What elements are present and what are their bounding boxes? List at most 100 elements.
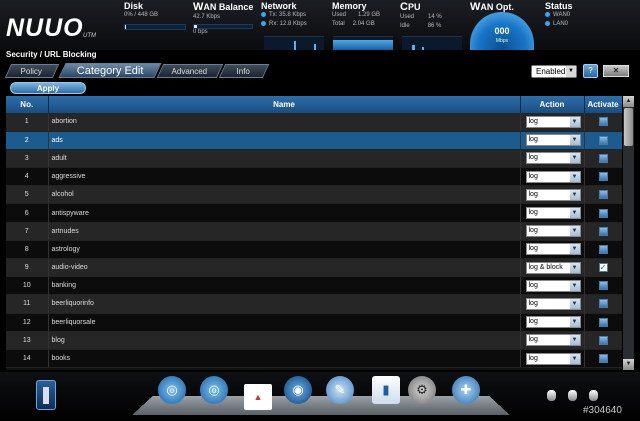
activate-checkbox[interactable] — [598, 281, 608, 291]
table-row[interactable]: 13 blog log ▼ — [6, 331, 622, 350]
tab-category-edit[interactable]: Category Edit — [58, 63, 162, 78]
table-row[interactable]: 6 antispyware log ▼ — [6, 203, 622, 223]
header-name[interactable]: Name — [48, 96, 521, 113]
cpu-panel: CPU Used 14 % Idle 86 % — [400, 1, 442, 31]
action-select[interactable]: log ▼ — [525, 115, 581, 128]
activate-checkbox[interactable] — [598, 299, 608, 309]
wan-balance-rate-2: 0 bps — [193, 29, 208, 35]
activate-checkbox[interactable] — [598, 153, 608, 163]
table-row[interactable]: 10 banking log ▼ — [6, 276, 622, 296]
network-config-icon[interactable]: ◎ — [158, 376, 186, 404]
table-row[interactable]: 4 aggressive log ▼ — [6, 167, 622, 187]
action-cell: log ▼ — [520, 113, 585, 132]
table-scrollbar[interactable]: ▲ ▼ — [622, 96, 634, 370]
action-value: log — [528, 227, 538, 235]
settings-gear-icon[interactable]: ⚙ — [408, 376, 436, 404]
action-value: log — [528, 136, 538, 144]
tools-icon[interactable]: ✎ — [326, 376, 354, 404]
action-select[interactable]: log ▼ — [525, 297, 581, 310]
header-action[interactable]: Action — [520, 96, 585, 113]
scroll-thumb[interactable] — [624, 108, 633, 146]
tab-label: Info — [236, 67, 251, 76]
activate-checkbox[interactable] — [598, 208, 608, 218]
table-row[interactable]: 8 astrology log ▼ — [6, 240, 622, 260]
wan-opt-value: 000 — [494, 26, 510, 36]
memory-used-label: Used — [332, 12, 347, 18]
activate-checkbox[interactable] — [598, 117, 608, 127]
action-select[interactable]: log ▼ — [525, 134, 581, 147]
close-button[interactable]: ✕ — [603, 65, 629, 77]
activate-checkbox[interactable] — [598, 190, 608, 200]
network-rx: Rx: 12.8 Kbps — [269, 21, 307, 27]
activate-checkbox[interactable] — [598, 135, 608, 145]
category-name: aggressive — [48, 167, 521, 187]
help-icon[interactable]: ? — [583, 64, 598, 78]
action-value: log — [528, 117, 538, 125]
status-panel: Status WAN0 LAN0 — [545, 1, 573, 29]
action-value: log — [528, 299, 538, 307]
action-select[interactable]: log ▼ — [525, 225, 581, 238]
indicator-icon-2 — [568, 390, 577, 401]
report-chart-icon[interactable]: ▮ — [372, 376, 400, 404]
chevron-down-icon: ▼ — [569, 208, 580, 219]
wan-balance-title-initial: W — [193, 1, 204, 13]
tab-policy[interactable]: Policy — [4, 64, 60, 78]
table-row[interactable]: 2 ads log ▼ — [6, 131, 622, 150]
action-select[interactable]: log ▼ — [525, 316, 581, 329]
tab-info[interactable]: Info — [218, 64, 270, 78]
action-select[interactable]: log ▼ — [525, 279, 581, 292]
category-name: books — [48, 349, 521, 369]
table-row[interactable]: 3 adult log ▼ — [6, 149, 622, 169]
activate-checkbox[interactable] — [598, 354, 608, 364]
activate-cell — [584, 131, 622, 150]
row-number: 11 — [6, 294, 49, 314]
chevron-down-icon: ▼ — [566, 66, 576, 77]
activate-cell — [584, 203, 622, 223]
table-row[interactable]: 11 beerliquorinfo log ▼ — [6, 294, 622, 314]
cpu-title: PU — [407, 2, 421, 12]
action-select[interactable]: log ▼ — [525, 152, 581, 165]
header-no[interactable]: No. — [6, 96, 49, 113]
activate-checkbox[interactable] — [598, 226, 608, 236]
action-select[interactable]: log ▼ — [525, 207, 581, 220]
category-name: banking — [48, 276, 521, 296]
header-activate[interactable]: Activate — [584, 96, 622, 113]
wireless-icon[interactable]: ◉ — [284, 376, 312, 404]
action-select[interactable]: log ▼ — [525, 243, 581, 256]
activate-checkbox[interactable] — [598, 244, 608, 254]
table-row[interactable]: 7 artnudes log ▼ — [6, 222, 622, 241]
chevron-down-icon: ▼ — [569, 335, 580, 346]
chevron-down-icon: ▼ — [569, 153, 580, 164]
plugin-icon[interactable]: ✚ — [452, 376, 480, 404]
activate-checkbox[interactable] — [598, 335, 608, 345]
table-row[interactable]: 14 books log ▼ — [6, 349, 622, 369]
action-select[interactable]: log & block ▼ — [525, 261, 581, 274]
table-row[interactable]: 1 abortion log ▼ — [6, 113, 622, 132]
exit-icon[interactable] — [36, 380, 56, 410]
chevron-down-icon: ▼ — [569, 116, 580, 127]
activate-checkbox[interactable] — [598, 172, 608, 182]
scroll-up-icon[interactable]: ▲ — [623, 96, 634, 107]
disk-panel: Disk 0% / 448 GB — [124, 1, 158, 20]
chevron-down-icon: ▼ — [569, 353, 580, 364]
table-row[interactable]: 12 beerliquorsale log ▼ — [6, 313, 622, 332]
action-select[interactable]: log ▼ — [525, 352, 581, 365]
wan-balance-rate: 42.7 Kbps — [193, 14, 221, 20]
action-select[interactable]: log ▼ — [525, 170, 581, 183]
enabled-select[interactable]: Enabled ▼ — [531, 65, 577, 78]
apply-button[interactable]: Apply — [10, 82, 86, 94]
action-select[interactable]: log ▼ — [525, 188, 581, 201]
row-number: 5 — [6, 185, 49, 205]
table-row[interactable]: 5 alcohol log ▼ — [6, 185, 622, 205]
action-cell: log ▼ — [520, 185, 585, 205]
firewall-icon[interactable]: ▲ — [244, 384, 272, 410]
table-row[interactable]: 9 audio-video log & block ▼ ✓ — [6, 258, 622, 278]
wan-status-icon — [545, 11, 550, 17]
tab-advanced[interactable]: Advanced — [156, 64, 224, 78]
scroll-down-icon[interactable]: ▼ — [623, 359, 634, 370]
wan-config-icon[interactable]: ◎ — [200, 376, 228, 404]
activate-checkbox[interactable]: ✓ — [598, 263, 608, 273]
chevron-down-icon: ▼ — [569, 298, 580, 309]
action-select[interactable]: log ▼ — [525, 334, 581, 347]
activate-checkbox[interactable] — [598, 317, 608, 327]
